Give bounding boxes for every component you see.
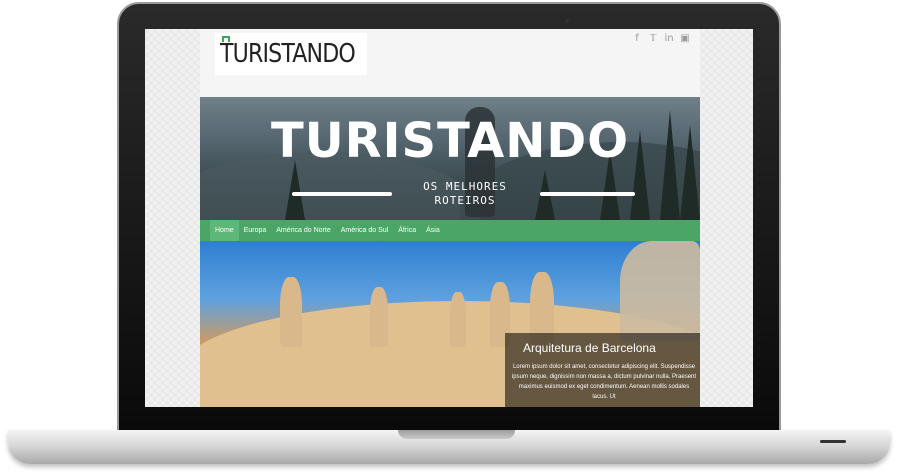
nav-america-do-norte[interactable]: América do Norte (271, 220, 335, 241)
instagram-icon[interactable]: ▣ (680, 33, 690, 44)
nav-home[interactable]: Home (210, 220, 239, 241)
nav-america-do-sul[interactable]: América do Sul (336, 220, 393, 241)
chimney-shape (370, 287, 388, 347)
hero-subtitle: OS MELHORES ROTEIROS (400, 180, 530, 208)
logo-text: TURISTANDO (220, 39, 356, 69)
nav-asia[interactable]: Ásia (421, 220, 445, 241)
featured-slide[interactable]: Arquitetura de Barcelona Lorem ipsum dol… (200, 241, 700, 407)
site-header: TURISTANDO f 𝕋 in ▣ (200, 29, 700, 97)
facebook-icon[interactable]: f (632, 33, 642, 44)
building-shape (620, 241, 700, 341)
tree-shape (285, 160, 305, 220)
laptop-base (8, 430, 890, 464)
website: TURISTANDO f 𝕋 in ▣ TURISTANDO OS MELHOR… (200, 29, 700, 407)
laptop-screen: TURISTANDO f 𝕋 in ▣ TURISTANDO OS MELHOR… (145, 29, 753, 407)
brush-stroke-right (540, 192, 635, 196)
site-logo[interactable]: TURISTANDO (215, 33, 367, 75)
indicator-light (820, 440, 846, 443)
slide-title[interactable]: Arquitetura de Barcelona (523, 341, 656, 355)
nav-africa[interactable]: África (393, 220, 421, 241)
hero-subtitle-line1: OS MELHORES (423, 180, 507, 193)
hero-title: TURISTANDO (270, 113, 630, 169)
linkedin-icon[interactable]: in (664, 33, 674, 44)
social-links: f 𝕋 in ▣ (632, 33, 690, 44)
main-nav: Home Europa América do Norte América do … (200, 220, 700, 241)
camera-icon (565, 19, 569, 23)
brush-stroke-left (292, 192, 392, 196)
nav-europa[interactable]: Europa (239, 220, 272, 241)
slide-text: Lorem ipsum dolor sit amet, consectetur … (511, 364, 697, 400)
hero-subtitle-line2: ROTEIROS (434, 194, 496, 207)
hero-banner: TURISTANDO OS MELHORES ROTEIROS (200, 97, 700, 220)
slide-caption: Arquitetura de Barcelona Lorem ipsum dol… (505, 333, 700, 407)
chimney-shape (450, 292, 466, 347)
chimney-shape (280, 277, 302, 347)
laptop-notch (398, 430, 515, 439)
twitter-icon[interactable]: 𝕋 (648, 33, 658, 44)
